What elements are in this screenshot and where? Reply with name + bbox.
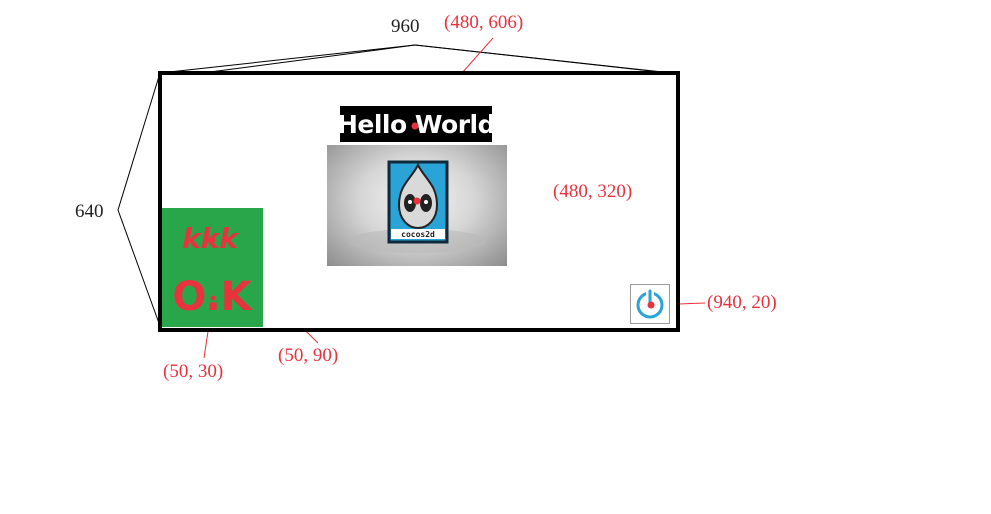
coord-power-button: (940, 20)	[707, 292, 777, 313]
coord-logo: (480, 320)	[553, 181, 633, 202]
coord-hello-world: (480, 606)	[444, 12, 524, 33]
marker-logo	[413, 197, 421, 205]
marker-hello-world	[411, 122, 419, 130]
marker-dots	[210, 122, 655, 309]
coord-ok: (50, 30)	[163, 361, 224, 382]
marker-power	[647, 301, 655, 309]
coord-kkk: (50, 90)	[278, 345, 339, 366]
marker-ok	[210, 295, 216, 301]
marker-kkk	[210, 237, 216, 243]
